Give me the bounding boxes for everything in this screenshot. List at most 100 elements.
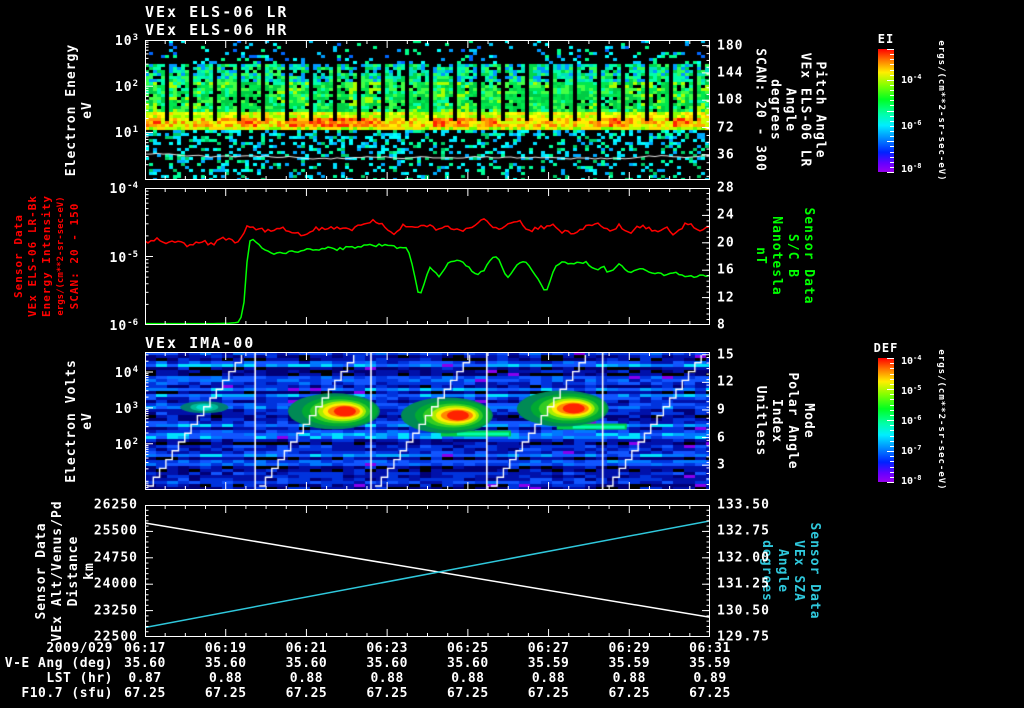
colorbar-tick: [890, 394, 894, 396]
axis-label-line: degrees: [767, 79, 783, 141]
y-tick-label-left: 101: [114, 125, 138, 142]
y-tick-label-right: 36: [717, 147, 735, 163]
colorbar-tick: [890, 409, 894, 411]
colorbar-tick: [890, 363, 894, 365]
colorbar-tick: [890, 120, 894, 122]
axis-label-line: Sensor Data: [807, 522, 822, 620]
table-value: 35.60: [124, 656, 166, 671]
table-value: 35.59: [527, 656, 570, 671]
table-row-label-2: LST (hr): [46, 671, 113, 686]
table-value: 35.60: [285, 656, 328, 671]
table-value: 0.88: [370, 671, 404, 686]
colorbar-tick: [890, 166, 894, 168]
colorbar-tick: [890, 430, 894, 432]
colorbar-title-ei: EI: [877, 32, 895, 46]
colorbar-def: [878, 358, 894, 483]
colorbar-tick: [887, 389, 894, 390]
table-value: 67.25: [527, 686, 570, 701]
panel-els_spectrogram: [145, 40, 710, 180]
table-value: 35.60: [447, 656, 489, 671]
y-tick-label-left: 103: [114, 400, 138, 418]
y-tick-label-right: 129.75: [717, 629, 770, 645]
axis-label-line: Electron Volts: [64, 359, 79, 483]
colorbar-tick: [890, 74, 894, 76]
colorbar-tick: [890, 84, 894, 86]
colorbar-tick: [887, 358, 894, 359]
colorbar-tick-label: 10-8: [901, 161, 922, 175]
y-tick-label-left: 22500: [93, 629, 138, 645]
colorbar-tick: [890, 425, 894, 427]
axis-label-line: Pitch Angle: [812, 61, 828, 159]
axis-label-line: Electron Energy: [64, 43, 79, 177]
axis-label-text: Sensor Data VEx Alt/Venus/Pd Distance km: [34, 500, 98, 641]
y-tick-label-left: 102: [114, 79, 138, 96]
colorbar-tick: [890, 476, 894, 478]
els_spectrogram-axes-svg: [145, 40, 710, 180]
colorbar-tick: [890, 440, 894, 442]
axis-label-text: Pitch Angle VEx ELS-06 LR Angle degrees SCAN…: [753, 48, 828, 172]
table-value: 67.25: [124, 686, 166, 701]
table-row-label-1: V-E Ang (deg): [4, 656, 113, 671]
colorbar-tick: [890, 64, 894, 66]
y-tick-label-right: 180: [717, 38, 744, 54]
els_intensity_and_b_field-axes-svg: [145, 188, 710, 325]
panel-els_intensity_and_b_field: [145, 188, 710, 325]
y-tick-label-right: 9: [717, 402, 726, 418]
axis-label-line: Sensor Data: [34, 522, 49, 620]
colorbar-tick: [890, 54, 894, 56]
colorbar-title-def: DEF: [873, 341, 899, 355]
colorbar-tick: [890, 161, 894, 163]
axis-label-line: Mode: [801, 403, 816, 439]
colorbar-tick-label: 10-8: [901, 473, 922, 487]
panel-altitude_and_sza: [145, 505, 710, 637]
axis-label-text: Electron Energy eV: [64, 44, 96, 176]
axis-label-line: S/C B: [785, 233, 800, 279]
y-tick-label-right: 15: [717, 347, 735, 363]
y-tick-label-left: 23250: [93, 603, 138, 619]
axis-label-line: SCAN: 20 - 150: [68, 202, 81, 310]
axis-label-text: Mode Polar Angle Index Unitless: [752, 372, 816, 469]
table-value: 0.87: [128, 671, 162, 686]
colorbar-tick: [890, 156, 894, 158]
axis-label-line: Index: [769, 398, 784, 444]
y-tick-label-right: 108: [717, 92, 744, 108]
colorbar-tick-label: 10-6: [901, 119, 922, 133]
axis-label-line: Angle: [775, 548, 790, 594]
colorbar-tick: [890, 59, 894, 61]
colorbar-units-text: ergs/(cm**2-sr-sec-eV): [936, 40, 946, 181]
table-value: 0.89: [693, 671, 727, 686]
table-value: 0.88: [289, 671, 324, 686]
table-value: 67.25: [285, 686, 328, 701]
ima_spectrogram-axes-svg: [145, 352, 710, 490]
y-tick-label-right: 130.50: [717, 603, 770, 619]
colorbar-tick: [890, 69, 894, 71]
colorbar-tick: [890, 445, 894, 447]
colorbar-tick-label: 10-4: [901, 354, 922, 368]
y-tick-label-left: 10-5: [109, 249, 139, 266]
table-value: 35.59: [689, 656, 731, 671]
table-value: 06:23: [366, 641, 408, 656]
colorbar-tick: [890, 136, 894, 138]
y-tick-label-right: 132.75: [717, 523, 770, 539]
colorbar-tick: [890, 90, 894, 91]
axis-label-line: nT: [753, 247, 768, 265]
series-s-c-b: [145, 238, 710, 325]
table-value: 35.59: [608, 656, 651, 671]
table-value: 67.25: [204, 686, 247, 701]
colorbar-tick-label: 10-4: [901, 72, 922, 86]
axis-label-line: Energy Intensity: [40, 195, 53, 317]
els-title-lr: VEx ELS-06 LR: [145, 3, 289, 21]
colorbar-ei: [878, 49, 894, 173]
colorbar-tick-label: 10-7: [901, 443, 922, 457]
table-value: 0.88: [531, 671, 566, 686]
axis-label-text: Electron Volts eV: [64, 359, 96, 483]
axis-label-text: Sensor Data S/C B Nanotesla nT: [752, 207, 816, 304]
series-energy-intensity: [145, 218, 710, 248]
table-value: 0.88: [209, 671, 243, 686]
colorbar-tick: [890, 115, 894, 117]
table-value: 67.25: [689, 686, 731, 701]
table-value: 0.88: [451, 671, 485, 686]
axis-label-line: Nanotesla: [769, 216, 784, 296]
colorbar-tick: [887, 451, 894, 452]
y-tick-label-right: 132.00: [717, 550, 770, 566]
